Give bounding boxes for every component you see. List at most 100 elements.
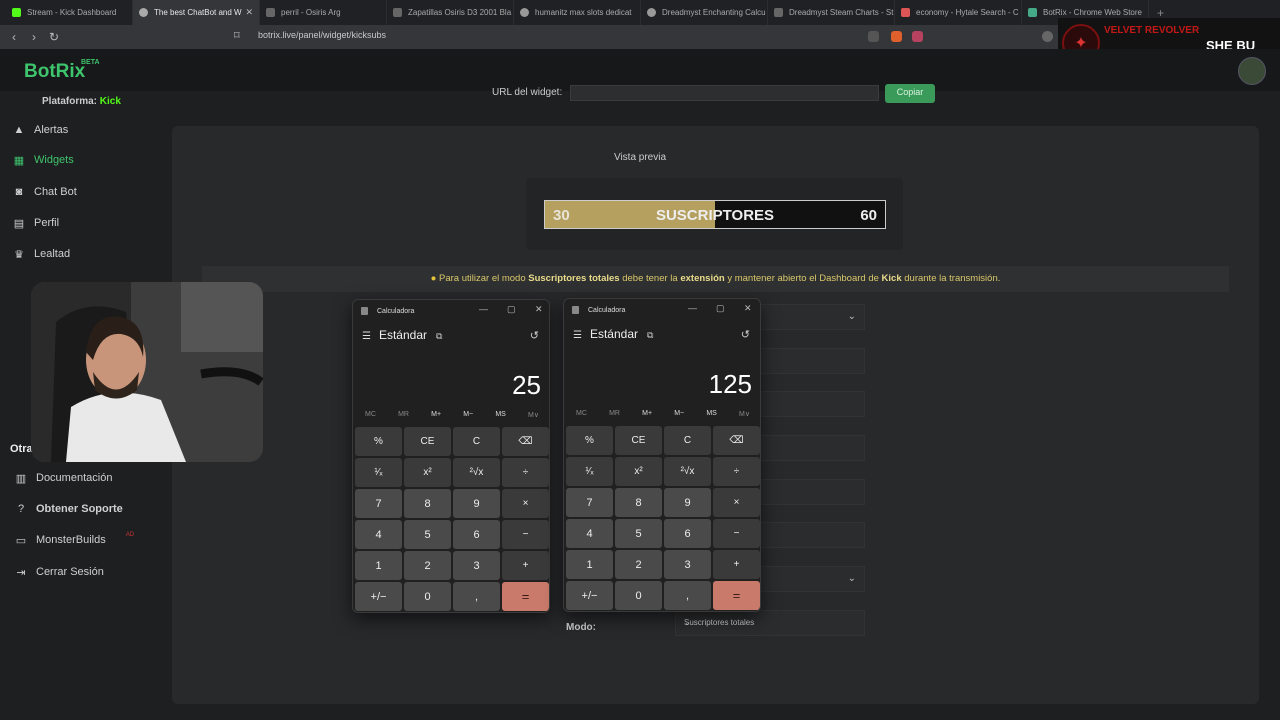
add-key[interactable]: + <box>502 551 549 580</box>
digit-4-key[interactable]: 4 <box>566 519 613 548</box>
memory-subtract-button[interactable]: M− <box>674 410 684 418</box>
digit-1-key[interactable]: 1 <box>355 551 402 580</box>
sidebar-item-perfil[interactable]: ▤ Perfil <box>0 212 163 234</box>
copy-button[interactable]: Copiar <box>885 84 935 103</box>
minimize-icon[interactable]: — <box>479 304 488 314</box>
sidebar-item-alertas[interactable]: ▲ Alertas <box>0 119 163 141</box>
memory-store-button[interactable]: MS <box>495 411 506 419</box>
percent-key[interactable]: % <box>355 427 402 456</box>
memory-recall-button[interactable]: MR <box>609 410 620 418</box>
equals-key[interactable]: = <box>502 582 549 611</box>
clear-key[interactable]: C <box>664 426 711 455</box>
sidebar-item-chat-bot[interactable]: ◙ Chat Bot <box>0 181 163 203</box>
sidebar-item-cerrar-sesion[interactable]: ⇥ Cerrar Sesión <box>0 561 163 583</box>
subtract-key[interactable]: − <box>713 519 760 548</box>
memory-add-button[interactable]: M+ <box>431 411 441 419</box>
add-key[interactable]: + <box>713 550 760 579</box>
sqrt-key[interactable]: ²√x <box>453 458 500 487</box>
negate-key[interactable]: +/− <box>355 582 402 611</box>
digit-3-key[interactable]: 3 <box>664 550 711 579</box>
sidebar-item-soporte[interactable]: ? Obtener Soporte <box>0 498 163 520</box>
digit-9-key[interactable]: 9 <box>664 488 711 517</box>
digit-1-key[interactable]: 1 <box>566 550 613 579</box>
browser-tab[interactable]: Dreadmyst Steam Charts - St <box>768 0 895 25</box>
backspace-key[interactable]: ⌫ <box>502 427 549 456</box>
divide-key[interactable]: ÷ <box>713 457 760 486</box>
digit-0-key[interactable]: 0 <box>404 582 451 611</box>
browser-tab[interactable]: Zapatillas Osiris D3 2001 Bla <box>387 0 514 25</box>
keep-on-top-icon[interactable]: ⧉ <box>647 330 653 340</box>
memory-recall-button[interactable]: MR <box>398 411 409 419</box>
forward-icon[interactable]: › <box>24 30 44 44</box>
sqrt-key[interactable]: ²√x <box>664 457 711 486</box>
close-tab-icon[interactable]: ✕ <box>245 7 253 18</box>
digit-7-key[interactable]: 7 <box>355 489 402 518</box>
memory-add-button[interactable]: M+ <box>642 410 652 418</box>
subtract-key[interactable]: − <box>502 520 549 549</box>
sidebar-item-monsterbuilds[interactable]: ▭ MonsterBuilds AD <box>0 529 163 551</box>
square-key[interactable]: x² <box>615 457 662 486</box>
share-icon[interactable] <box>868 31 879 42</box>
percent-key[interactable]: % <box>566 426 613 455</box>
decimal-key[interactable]: , <box>664 581 711 610</box>
browser-tab-active[interactable]: The best ChatBot and W ✕ <box>133 0 260 25</box>
equals-key[interactable]: = <box>713 581 760 610</box>
maximize-icon[interactable]: ▢ <box>716 303 725 314</box>
memory-clear-button[interactable]: MC <box>365 411 376 419</box>
memory-store-button[interactable]: MS <box>706 410 717 418</box>
keep-on-top-icon[interactable]: ⧉ <box>436 331 442 341</box>
sidebar-item-lealtad[interactable]: ♛ Lealtad <box>0 243 163 265</box>
digit-4-key[interactable]: 4 <box>355 520 402 549</box>
decimal-key[interactable]: , <box>453 582 500 611</box>
digit-9-key[interactable]: 9 <box>453 489 500 518</box>
minimize-icon[interactable]: — <box>688 303 697 313</box>
digit-8-key[interactable]: 8 <box>615 488 662 517</box>
digit-2-key[interactable]: 2 <box>404 551 451 580</box>
negate-key[interactable]: +/− <box>566 581 613 610</box>
multiply-key[interactable]: × <box>502 489 549 518</box>
memory-subtract-button[interactable]: M− <box>463 411 473 419</box>
sidebar-item-documentacion[interactable]: ▥ Documentación <box>0 467 163 489</box>
digit-8-key[interactable]: 8 <box>404 489 451 518</box>
digit-5-key[interactable]: 5 <box>404 520 451 549</box>
clear-entry-key[interactable]: CE <box>404 427 451 456</box>
memory-list-button[interactable]: M∨ <box>528 411 539 419</box>
clear-key[interactable]: C <box>453 427 500 456</box>
history-icon[interactable]: ↺ <box>741 328 750 341</box>
extension-icon[interactable] <box>1042 31 1053 42</box>
history-icon[interactable]: ↺ <box>530 329 539 342</box>
clear-entry-key[interactable]: CE <box>615 426 662 455</box>
square-key[interactable]: x² <box>404 458 451 487</box>
hamburger-menu-icon[interactable]: ☰ <box>573 330 582 341</box>
bookmark-icon[interactable]: ⌑ <box>234 29 240 42</box>
user-avatar[interactable] <box>1238 57 1266 85</box>
digit-6-key[interactable]: 6 <box>453 520 500 549</box>
url-input[interactable]: botrix.live/panel/widget/kicksubs <box>258 30 386 40</box>
digit-0-key[interactable]: 0 <box>615 581 662 610</box>
mode-select[interactable]: Suscriptores totales ⌄ <box>675 610 865 636</box>
back-icon[interactable]: ‹ <box>4 30 24 44</box>
divide-key[interactable]: ÷ <box>502 458 549 487</box>
brand-logo[interactable]: BotRix BETA <box>24 59 100 83</box>
memory-list-button[interactable]: M∨ <box>739 410 750 418</box>
widget-url-field[interactable] <box>570 85 879 101</box>
digit-3-key[interactable]: 3 <box>453 551 500 580</box>
browser-tab[interactable]: perril - Osiris Arg <box>260 0 387 25</box>
reciprocal-key[interactable]: ¹⁄ₓ <box>566 457 613 486</box>
digit-2-key[interactable]: 2 <box>615 550 662 579</box>
browser-tab[interactable]: economy - Hytale Search - C <box>895 0 1022 25</box>
browser-tab[interactable]: Stream - Kick Dashboard <box>6 0 133 25</box>
brave-shield-icon[interactable] <box>891 31 902 42</box>
digit-7-key[interactable]: 7 <box>566 488 613 517</box>
reload-icon[interactable]: ↻ <box>44 30 64 44</box>
hamburger-menu-icon[interactable]: ☰ <box>362 331 371 342</box>
maximize-icon[interactable]: ▢ <box>507 304 516 315</box>
memory-clear-button[interactable]: MC <box>576 410 587 418</box>
digit-6-key[interactable]: 6 <box>664 519 711 548</box>
rewards-icon[interactable] <box>912 31 923 42</box>
multiply-key[interactable]: × <box>713 488 760 517</box>
browser-tab[interactable]: humanitz max slots dedicat <box>514 0 641 25</box>
backspace-key[interactable]: ⌫ <box>713 426 760 455</box>
close-icon[interactable]: ✕ <box>535 304 543 315</box>
reciprocal-key[interactable]: ¹⁄ₓ <box>355 458 402 487</box>
